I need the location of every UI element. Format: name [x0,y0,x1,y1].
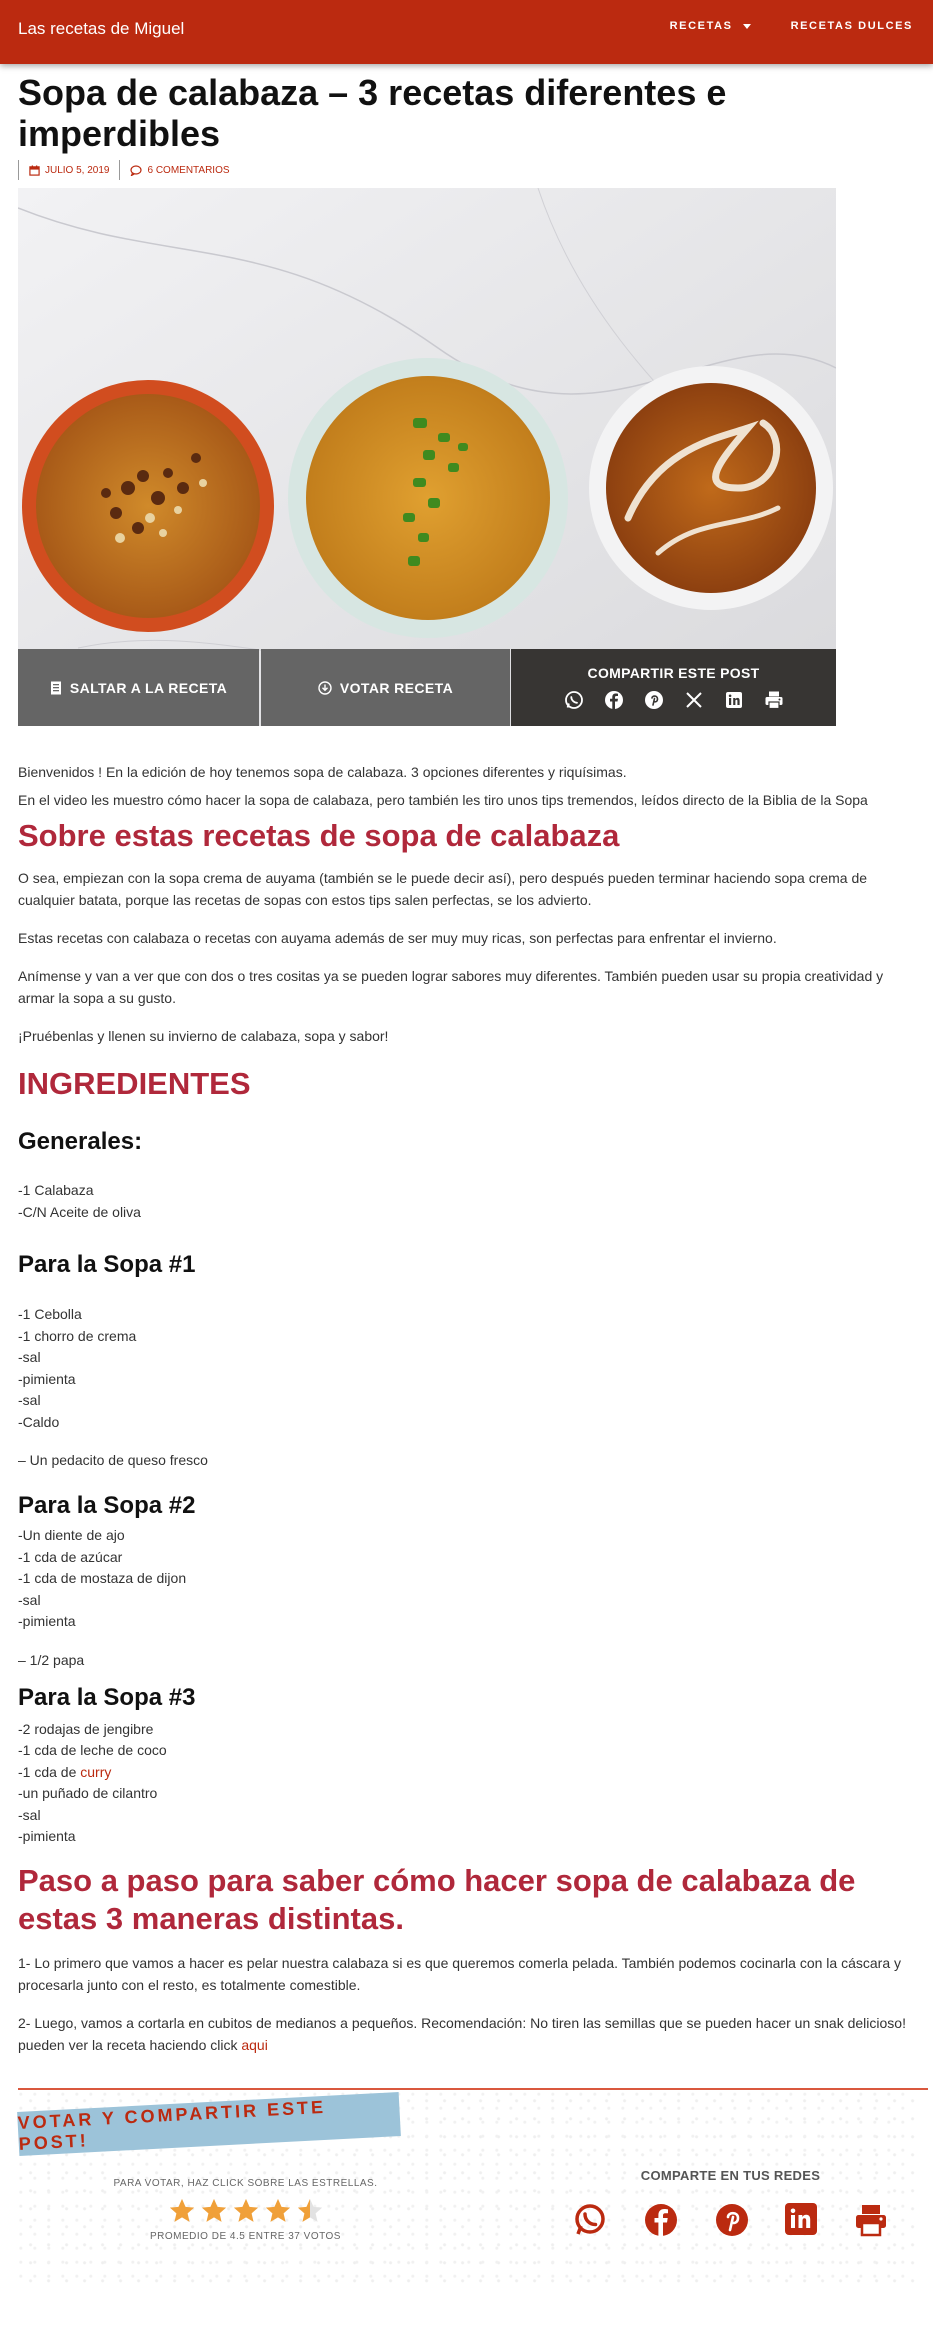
about-paragraph: ¡Pruébenlas y llenen su invierno de cala… [18,1028,389,1044]
step-paragraph: 1- Lo primero que vamos a hacer es pelar… [18,1954,901,1993]
print-icon[interactable] [763,689,785,711]
about-paragraph: Anímense y van a ver que con dos o tres … [18,968,884,1006]
facebook-icon[interactable] [603,689,625,711]
sopa1-extra: – Un pedacito de queso fresco [18,1452,208,1468]
list-item: -sal [18,1392,41,1408]
main-nav: RECETAS RECETAS DULCES [650,20,933,32]
calendar-icon [29,164,40,176]
post-meta: JULIO 5, 2019 6 COMENTARIOS [18,160,915,180]
hero-image: SALTAR A LA RECETA VOTAR RECETA COMPARTI… [18,188,836,726]
post-comments-link[interactable]: 6 COMENTARIOS [120,165,239,176]
list-item: -1 chorro de crema [18,1327,137,1344]
sopa2-title: Para la Sopa #2 [18,1492,196,1519]
jump-to-recipe-label: SALTAR A LA RECETA [69,679,228,696]
chevron-down-icon [742,23,751,29]
curry-prefix: -1 cda de [18,1763,81,1780]
vote-share-section: VOTAR Y COMPARTIR ESTE POST! PARA VOTAR,… [17,2089,915,2286]
ingredients-heading: INGREDIENTES [18,1066,251,1101]
list-item: -sal [18,1591,41,1608]
recipe-action-bar: SALTAR A LA RECETA VOTAR RECETA COMPARTI… [18,649,836,726]
rating-widget: PARA VOTAR, HAZ CLICK SOBRE LAS ESTRELLA… [18,2178,473,2242]
star-icon[interactable] [168,2197,196,2225]
star-icon[interactable] [200,2197,228,2225]
about-paragraph: O sea, empiezan con la sopa crema de auy… [18,870,868,908]
vote-share-banner-text: VOTAR Y COMPARTIR ESTE POST! [17,2096,327,2154]
steps-heading: Paso a paso para saber cómo hacer sopa d… [18,1862,856,1936]
vote-share-banner: VOTAR Y COMPARTIR ESTE POST! [17,2091,401,2156]
ingredients-general-title: Generales: [18,1128,143,1155]
list-item: -un puñado de cilantro [18,1785,158,1801]
site-brand-link[interactable]: Las recetas de Miguel [18,19,184,39]
rating-average: PROMEDIO DE 4.5 ENTRE 37 VOTOS [150,2230,341,2242]
post-title: Sopa de calabaza – 3 recetas diferentes … [18,72,727,154]
comment-icon [130,164,143,176]
star-icon[interactable] [296,2197,324,2225]
list-item: -sal [18,1806,41,1823]
share-networks-row [563,2202,898,2242]
post-date-link[interactable]: JULIO 5, 2019 [19,165,119,176]
share-networks-title: COMPARTE EN TUS REDES [640,2167,821,2183]
intro-paragraph: En el video les muestro cómo hacer la so… [18,792,868,808]
sopa3-list: -2 rodajas de jengibre -1 cda de leche d… [18,1719,915,1848]
about-paragraph: Estas recetas con calabaza o recetas con… [18,930,777,946]
share-networks: COMPARTE EN TUS REDES [563,2168,898,2242]
list-item: -Caldo [18,1413,60,1430]
snack-recipe-link[interactable]: aqui [241,2037,267,2053]
sopa2-extra: – 1/2 papa [18,1651,85,1668]
sopa2-list: -Un diente de ajo -1 cda de azúcar -1 cd… [18,1525,915,1633]
list-item: -1 cda de leche de coco [18,1742,167,1758]
site-header: Las recetas de Miguel RECETAS RECETAS DU… [0,0,933,64]
list-item: -pimienta [18,1370,76,1387]
step-paragraph: 2- Luego, vamos a cortarla en cubitos de… [18,2012,915,2056]
list-item: -2 rodajas de jengibre [18,1720,154,1737]
post-date: JULIO 5, 2019 [45,164,110,176]
vote-recipe-label: VOTAR RECETA [339,679,454,696]
facebook-icon[interactable] [644,2203,678,2242]
linkedin-icon[interactable] [723,689,745,711]
nav-item-recetas[interactable]: RECETAS [670,20,751,32]
about-heading: Sobre estas recetas de sopa de calabaza [18,818,620,853]
soup-bowls-photo [18,188,836,726]
sopa3-title: Para la Sopa #3 [18,1683,196,1711]
share-post-box: COMPARTIR ESTE POST [511,649,836,726]
document-icon [50,681,61,694]
pinterest-icon[interactable] [643,689,665,711]
list-item: -1 cda de azúcar [18,1548,123,1565]
rating-hint: PARA VOTAR, HAZ CLICK SOBRE LAS ESTRELLA… [113,2177,378,2189]
jump-to-recipe-button[interactable]: SALTAR A LA RECETA [18,649,259,726]
list-item: -sal [18,1349,41,1365]
intro-paragraph: Bienvenidos ! En la edición de hoy tenem… [18,764,627,780]
star-icon[interactable] [264,2197,292,2225]
x-icon[interactable] [683,689,705,711]
curry-link[interactable]: curry [80,1764,111,1780]
post-content: Sopa de calabaza – 3 recetas diferentes … [0,72,933,2286]
nav-item-label: RECETAS [669,20,733,32]
share-post-title: COMPARTIR ESTE POST [587,664,760,681]
list-item: -1 Calabaza [18,1182,94,1198]
nav-item-recetas-dulces[interactable]: RECETAS DULCES [791,20,913,32]
list-item: -1 Cebolla [18,1306,82,1322]
list-item: -1 cda de curry [18,1762,915,1784]
post-comments: 6 COMENTARIOS [147,164,230,176]
print-icon[interactable] [854,2203,888,2242]
list-item: -1 cda de mostaza de dijon [18,1570,187,1586]
list-item: -pimienta [18,1828,76,1844]
nav-item-label: RECETAS DULCES [790,20,913,32]
rating-stars [18,2197,473,2225]
whatsapp-icon[interactable] [573,2203,607,2242]
linkedin-icon[interactable] [785,2202,818,2242]
vote-recipe-button[interactable]: VOTAR RECETA [261,649,510,726]
star-icon[interactable] [232,2197,260,2225]
pinterest-icon[interactable] [715,2203,749,2242]
sopa1-list: -1 Cebolla -1 chorro de crema -sal -pimi… [18,1304,915,1433]
list-item: -pimienta [18,1613,76,1629]
list-item: -C/N Aceite de oliva [18,1203,141,1220]
sopa1-title: Para la Sopa #1 [18,1251,196,1278]
step2-text: 2- Luego, vamos a cortarla en cubitos de… [18,2014,906,2053]
list-item: -Un diente de ajo [18,1527,125,1543]
whatsapp-icon[interactable] [563,689,585,711]
ingredients-general-list: -1 Calabaza -C/N Aceite de oliva [18,1180,915,1223]
share-icons-row [554,689,794,711]
download-circle-icon [318,680,332,695]
